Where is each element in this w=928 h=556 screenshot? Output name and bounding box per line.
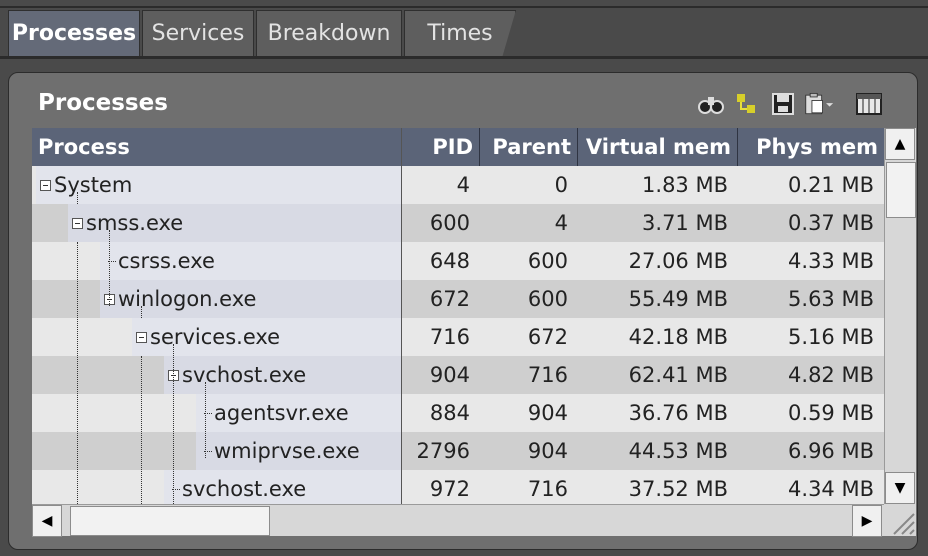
- table-row[interactable]: smss.exe 600 4 3.71 MB 0.37 MB: [32, 204, 884, 242]
- tree-connector: [77, 192, 78, 204]
- process-table[interactable]: Process PID Parent Virtual mem Phys mem …: [32, 128, 884, 504]
- virtual-mem-cell: 37.52 MB: [628, 477, 728, 501]
- tree-connector: [109, 230, 110, 306]
- tree-connector: [205, 382, 206, 458]
- tab-divider: [0, 56, 928, 59]
- virtual-mem-cell: 3.71 MB: [642, 211, 728, 235]
- process-name: services.exe: [150, 325, 281, 349]
- table-row[interactable]: System 4 0 1.83 MB 0.21 MB: [32, 166, 884, 204]
- columns-icon[interactable]: [854, 89, 884, 119]
- pid-cell: 884: [429, 401, 470, 425]
- column-divider: [401, 128, 402, 504]
- scroll-up-button[interactable]: ▲: [885, 128, 915, 160]
- phys-mem-cell: 6.96 MB: [788, 439, 874, 463]
- phys-mem-cell: 4.34 MB: [788, 477, 874, 501]
- tree-icon[interactable]: [732, 89, 762, 119]
- process-name: csrss.exe: [118, 249, 215, 273]
- parent-cell: 904: [527, 439, 568, 463]
- tab-processes[interactable]: Processes: [8, 10, 140, 56]
- tree-connector: [173, 344, 174, 504]
- tree-connector: [141, 356, 142, 504]
- scroll-down-button[interactable]: ▼: [885, 472, 915, 504]
- pid-cell: 672: [429, 287, 470, 311]
- parent-cell: 0: [554, 173, 568, 197]
- phys-mem-cell: 4.82 MB: [788, 363, 874, 387]
- phys-mem-cell: 5.63 MB: [788, 287, 874, 311]
- parent-cell: 4: [554, 211, 568, 235]
- scroll-left-button[interactable]: ◀: [32, 505, 62, 537]
- pid-cell: 4: [456, 173, 470, 197]
- panel-toolbar: [696, 88, 884, 120]
- table-row[interactable]: agentsvr.exe 884 904 36.76 MB 0.59 MB: [32, 394, 884, 432]
- parent-cell: 904: [527, 401, 568, 425]
- virtual-mem-cell: 42.18 MB: [628, 325, 728, 349]
- process-name: agentsvr.exe: [214, 401, 349, 425]
- table-row[interactable]: svchost.exe 904 716 62.41 MB 4.82 MB: [32, 356, 884, 394]
- pid-cell: 600: [429, 211, 470, 235]
- tree-connector: [141, 306, 142, 318]
- parent-cell: 716: [527, 363, 568, 387]
- collapse-icon[interactable]: [72, 218, 83, 229]
- phys-mem-cell: 0.37 MB: [788, 211, 874, 235]
- phys-mem-cell: 5.16 MB: [788, 325, 874, 349]
- table-row[interactable]: services.exe 716 672 42.18 MB 5.16 MB: [32, 318, 884, 356]
- process-name: svchost.exe: [182, 363, 307, 387]
- pid-cell: 904: [429, 363, 470, 387]
- clipboard-icon[interactable]: [804, 89, 834, 119]
- virtual-mem-cell: 1.83 MB: [642, 173, 728, 197]
- tab-bar: Processes Services Breakdown Times: [0, 0, 928, 60]
- phys-mem-cell: 4.33 MB: [788, 249, 874, 273]
- virtual-mem-cell: 36.76 MB: [628, 401, 728, 425]
- resize-grip-icon[interactable]: [884, 504, 916, 536]
- collapse-icon[interactable]: [136, 332, 147, 343]
- process-name: smss.exe: [86, 211, 184, 235]
- horizontal-scrollbar[interactable]: ◀ ▶: [32, 504, 884, 537]
- col-header-virtual-mem[interactable]: Virtual mem: [578, 128, 738, 166]
- app-frame: Processes Services Breakdown Times Proce…: [0, 0, 928, 556]
- virtual-mem-cell: 27.06 MB: [628, 249, 728, 273]
- pid-cell: 2796: [416, 439, 470, 463]
- virtual-mem-cell: 44.53 MB: [628, 439, 728, 463]
- vertical-scrollbar[interactable]: ▲ ▼: [884, 128, 916, 504]
- table-row[interactable]: winlogon.exe 672 600 55.49 MB 5.63 MB: [32, 280, 884, 318]
- pid-cell: 648: [429, 249, 470, 273]
- horizontal-scroll-thumb[interactable]: [70, 506, 270, 536]
- tab-breakdown[interactable]: Breakdown: [256, 10, 402, 56]
- col-header-parent[interactable]: Parent: [480, 128, 578, 166]
- table-row[interactable]: csrss.exe 648 600 27.06 MB 4.33 MB: [32, 242, 884, 280]
- tab-bar-border: [0, 6, 928, 8]
- process-name: System: [54, 173, 133, 197]
- virtual-mem-cell: 62.41 MB: [628, 363, 728, 387]
- phys-mem-cell: 0.21 MB: [788, 173, 874, 197]
- process-name: svchost.exe: [182, 477, 307, 501]
- tree-connector: [77, 242, 78, 504]
- table-header: Process PID Parent Virtual mem Phys mem: [32, 128, 884, 166]
- tab-times[interactable]: Times: [404, 10, 516, 56]
- parent-cell: 672: [527, 325, 568, 349]
- tab-services[interactable]: Services: [142, 10, 254, 56]
- collapse-icon[interactable]: [40, 180, 51, 191]
- scroll-right-button[interactable]: ▶: [852, 505, 882, 537]
- col-header-pid[interactable]: PID: [402, 128, 480, 166]
- pid-cell: 972: [429, 477, 470, 501]
- table-row[interactable]: wmiprvse.exe 2796 904 44.53 MB 6.96 MB: [32, 432, 884, 470]
- pid-cell: 716: [429, 325, 470, 349]
- col-header-phys-mem[interactable]: Phys mem: [738, 128, 884, 166]
- table-row[interactable]: svchost.exe 972 716 37.52 MB 4.34 MB: [32, 470, 884, 504]
- panel-title: Processes: [38, 90, 168, 116]
- phys-mem-cell: 0.59 MB: [788, 401, 874, 425]
- parent-cell: 600: [527, 249, 568, 273]
- col-header-process[interactable]: Process: [32, 128, 402, 166]
- save-icon[interactable]: [768, 89, 798, 119]
- parent-cell: 716: [527, 477, 568, 501]
- process-name: winlogon.exe: [118, 287, 257, 311]
- process-name: wmiprvse.exe: [214, 439, 360, 463]
- virtual-mem-cell: 55.49 MB: [628, 287, 728, 311]
- parent-cell: 600: [527, 287, 568, 311]
- binoculars-icon[interactable]: [696, 89, 726, 119]
- vertical-scroll-thumb[interactable]: [886, 162, 916, 218]
